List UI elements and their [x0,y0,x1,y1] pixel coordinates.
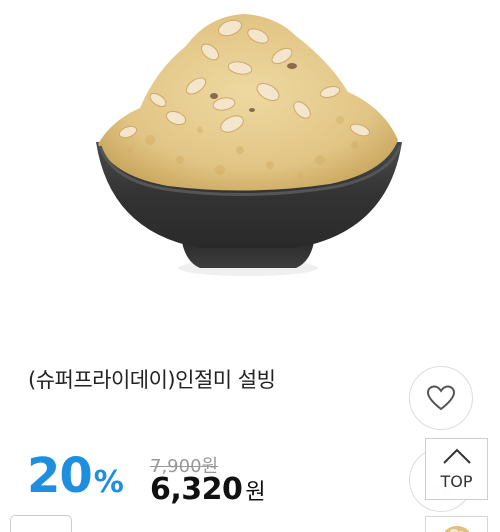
scroll-top-button[interactable]: TOP [425,438,488,500]
discount-rate: 20% [27,452,124,500]
food-thumbnail-icon [444,526,470,532]
product-detail-page: (슈퍼프라이데이)인절미 설빙 20% 7,900원 6,320원 공유 TOP [0,0,500,532]
minus-icon [35,522,49,532]
top-label: TOP [440,472,473,491]
chevron-up-icon [443,448,471,464]
heart-icon [426,385,456,411]
sale-price: 6,320 원 [150,475,266,505]
product-image [96,14,402,276]
sale-price-unit: 원 [245,480,266,505]
quantity-control[interactable] [10,515,72,532]
like-button[interactable] [409,366,473,430]
discount-unit: % [93,465,124,500]
recent-product-thumbnail[interactable] [425,516,488,532]
product-title: (슈퍼프라이데이)인절미 설빙 [28,368,276,392]
sale-price-value: 6,320 [150,472,243,507]
discount-value: 20 [27,448,93,504]
